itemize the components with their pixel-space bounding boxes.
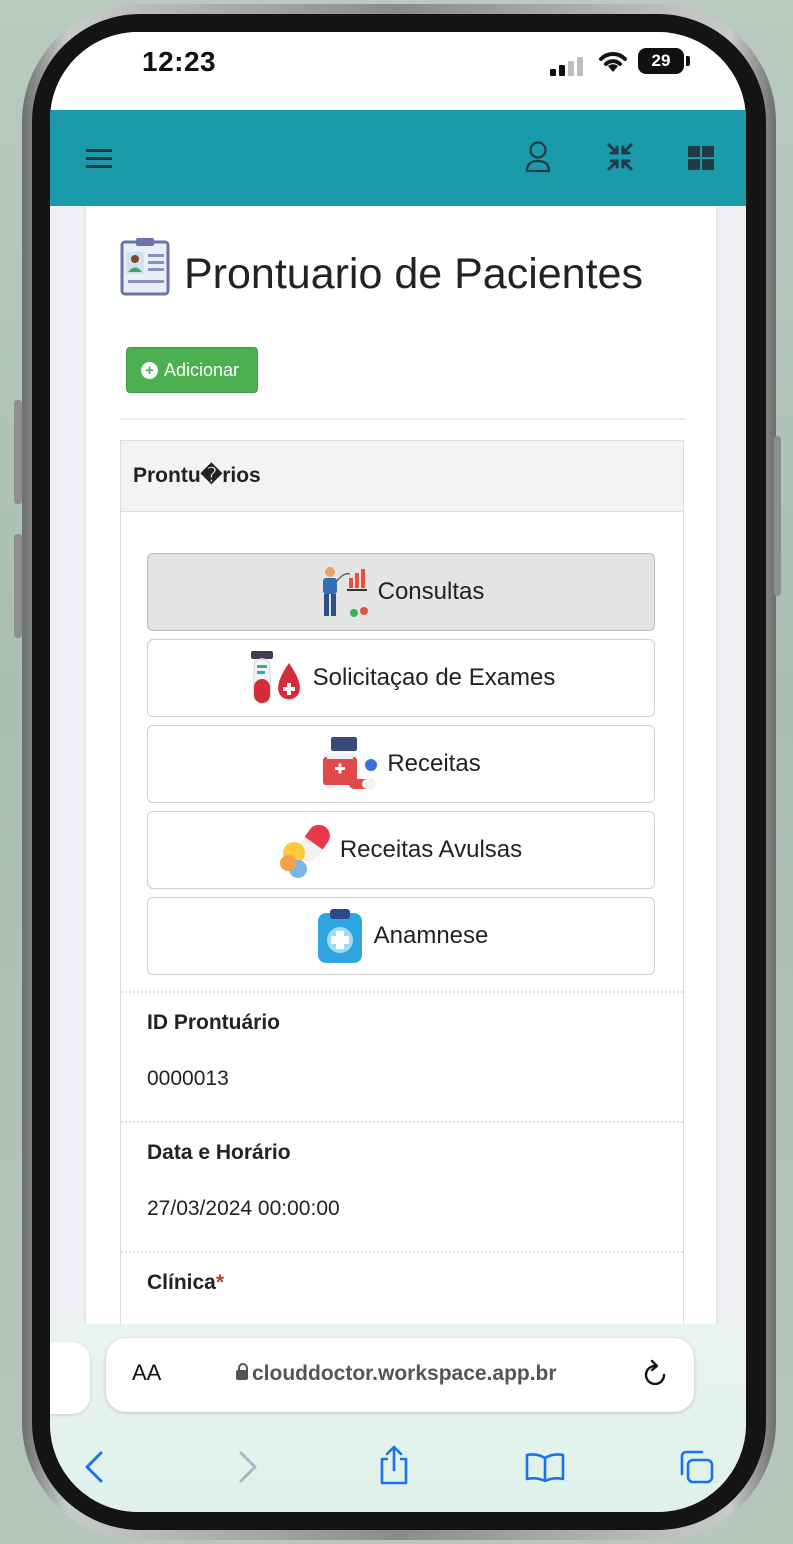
volume-down-button bbox=[14, 534, 22, 638]
pills-icon bbox=[279, 821, 332, 879]
field-label: Clínica bbox=[147, 1271, 216, 1294]
main-card: Prontuario de Pacientes + Adicionar Pront… bbox=[86, 206, 716, 1334]
reload-icon[interactable] bbox=[642, 1358, 670, 1388]
battery-icon: 29 bbox=[638, 48, 684, 74]
menu-button-solicitacao-exames[interactable]: Solicitaçao de Exames bbox=[147, 639, 655, 717]
page-title: Prontuario de Pacientes bbox=[184, 250, 643, 298]
add-button[interactable]: + Adicionar bbox=[126, 347, 259, 393]
menu-button-label: Consultas bbox=[377, 578, 485, 605]
add-button-label: Adicionar bbox=[164, 360, 240, 380]
menu-icon[interactable] bbox=[86, 148, 112, 170]
blood-test-icon bbox=[247, 649, 305, 707]
reader-aa-button[interactable]: AA bbox=[132, 1360, 161, 1386]
page-content: Prontuario de Pacientes + Adicionar Pront… bbox=[50, 206, 746, 1334]
bookmarks-icon[interactable] bbox=[524, 1452, 566, 1482]
menu-button-consultas[interactable]: Consultas bbox=[147, 553, 655, 631]
share-icon[interactable] bbox=[378, 1444, 410, 1486]
clipboard-icon bbox=[314, 907, 366, 965]
menu-button-receitas-avulsas[interactable]: Receitas Avulsas bbox=[147, 811, 655, 889]
status-time: 12:23 bbox=[142, 46, 217, 77]
url-text-wrap: clouddoctor.workspace.app.br bbox=[236, 1362, 557, 1386]
menu-button-label: Anamnese bbox=[373, 922, 489, 949]
power-button bbox=[774, 436, 781, 596]
patient-record-icon bbox=[120, 238, 170, 296]
app-topbar bbox=[50, 110, 746, 206]
prescription-kit-icon bbox=[321, 735, 379, 793]
wifi-icon bbox=[599, 52, 627, 72]
collapse-icon[interactable] bbox=[606, 142, 634, 172]
tabs-icon[interactable] bbox=[676, 1448, 716, 1486]
forward-icon[interactable] bbox=[238, 1450, 258, 1484]
menu-button-anamnese[interactable]: Anamnese bbox=[147, 897, 655, 975]
prontuarios-panel: Prontu�rios Consultas Solicitaçao de Exa… bbox=[120, 440, 684, 1334]
field-data-horario: Data e Horário 27/03/2024 00:00:00 bbox=[121, 1121, 683, 1251]
field-label: Data e Horário bbox=[147, 1141, 291, 1164]
grid-icon[interactable] bbox=[688, 146, 714, 170]
panel-header: Prontu�rios bbox=[121, 441, 683, 512]
menu-button-receitas[interactable]: Receitas bbox=[147, 725, 655, 803]
title-divider bbox=[120, 418, 686, 420]
field-value: 0000013 bbox=[147, 1067, 229, 1090]
safari-bottom-bar: AA clouddoctor.workspace.app.br bbox=[50, 1324, 746, 1512]
url-text: clouddoctor.workspace.app.br bbox=[252, 1362, 557, 1385]
menu-button-label: Receitas Avulsas bbox=[339, 836, 523, 863]
menu-button-label: Receitas bbox=[387, 750, 481, 777]
signal-icon bbox=[550, 54, 586, 76]
status-bar: 12:23 29 bbox=[50, 32, 746, 110]
address-bar[interactable]: AA clouddoctor.workspace.app.br bbox=[106, 1338, 694, 1412]
field-clinica: Clínica* bbox=[121, 1251, 683, 1334]
field-label: ID Prontuário bbox=[147, 1011, 281, 1034]
battery-tip bbox=[686, 56, 690, 66]
consultation-icon bbox=[318, 564, 370, 620]
previous-tab-preview[interactable] bbox=[50, 1342, 90, 1414]
plus-circle-icon: + bbox=[141, 362, 158, 379]
lock-icon bbox=[236, 1363, 248, 1380]
menu-button-label: Solicitaçao de Exames bbox=[312, 664, 556, 691]
required-mark: * bbox=[215, 1271, 225, 1294]
field-id-prontuario: ID Prontuário 0000013 bbox=[121, 991, 683, 1121]
phone-screen: 12:23 29 Prontuario de Pacientes + Adici… bbox=[50, 32, 746, 1512]
back-icon[interactable] bbox=[84, 1450, 104, 1484]
user-icon[interactable] bbox=[524, 140, 552, 174]
field-label-clinica: Clínica* bbox=[147, 1271, 224, 1295]
page-title-block: Prontuario de Pacientes + Adicionar bbox=[120, 226, 680, 418]
volume-up-button bbox=[14, 400, 22, 504]
field-value: 27/03/2024 00:00:00 bbox=[147, 1197, 340, 1220]
